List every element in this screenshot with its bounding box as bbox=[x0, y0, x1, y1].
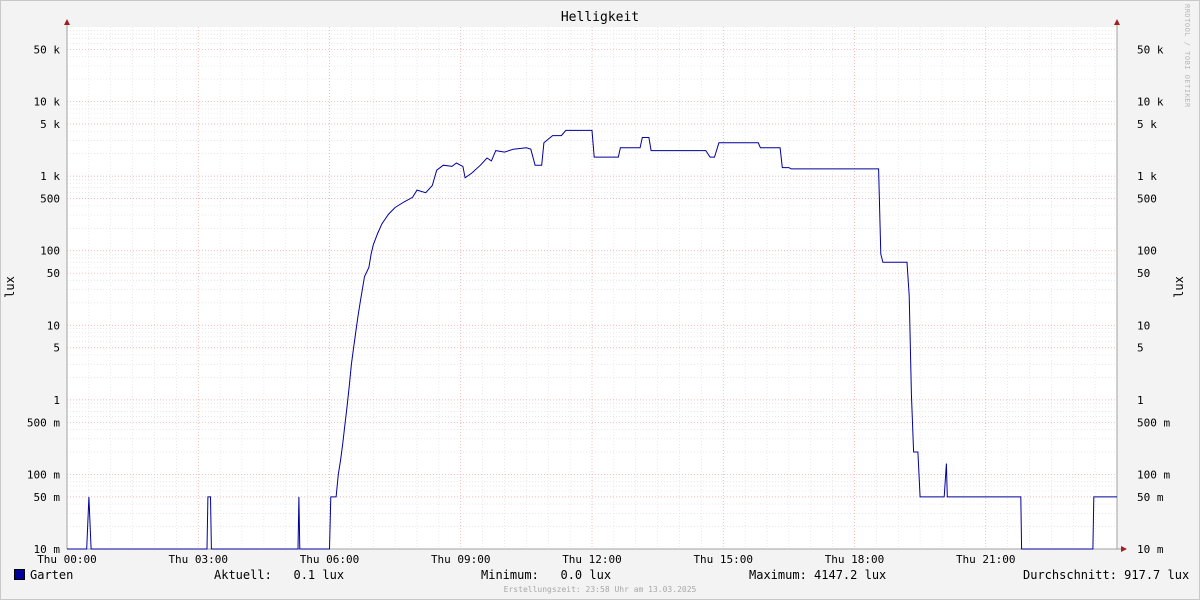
x-tick-label: Thu 03:00 bbox=[168, 553, 228, 566]
y-tick-label-left: 50 m bbox=[34, 491, 61, 504]
y-tick-label-right: 1 bbox=[1137, 394, 1144, 407]
y-tick-label-right: 50 bbox=[1137, 267, 1150, 280]
y-tick-label-right: 5 k bbox=[1137, 118, 1157, 131]
y-tick-label-left: 100 m bbox=[27, 468, 60, 481]
x-tick-label: Thu 21:00 bbox=[956, 553, 1016, 566]
y-tick-label-right: 100 m bbox=[1137, 468, 1170, 481]
y-tick-label-right: 50 m bbox=[1137, 491, 1164, 504]
x-tick-label: Thu 09:00 bbox=[431, 553, 491, 566]
chart-plot: 10 m 10 m50 m 50 m100 m 100 m500 m 500 m1 15 5… bbox=[27, 19, 1170, 566]
x-tick-label: Thu 12:00 bbox=[562, 553, 622, 566]
y-tick-label-left: 10 k bbox=[34, 96, 61, 109]
y-axis-arrow-left bbox=[64, 19, 70, 25]
y-tick-label-left: 10 bbox=[47, 319, 60, 332]
legend-current: Aktuell: 0.1 lux bbox=[214, 568, 345, 582]
y-tick-label-left: 5 k bbox=[40, 118, 60, 131]
x-axis-arrow bbox=[1121, 546, 1127, 552]
y-tick-label-left: 50 k bbox=[34, 43, 61, 56]
legend: Garten Aktuell: 0.1 lux Minimum: 0.0 lux… bbox=[0, 568, 1200, 584]
legend-minimum: Minimum: 0.0 lux bbox=[481, 568, 612, 582]
y-tick-label-left: 100 bbox=[40, 245, 60, 258]
y-tick-label-right: 10 m bbox=[1137, 543, 1164, 556]
y-tick-label-left: 5 bbox=[53, 342, 60, 355]
y-tick-label-left: 500 bbox=[40, 193, 60, 206]
x-tick-label: Thu 06:00 bbox=[300, 553, 360, 566]
y-tick-label-right: 1 k bbox=[1137, 170, 1157, 183]
y-axis-arrow-right bbox=[1114, 19, 1120, 25]
y-tick-label-left: 1 bbox=[53, 394, 60, 407]
y-tick-label-right: 10 k bbox=[1137, 96, 1164, 109]
y-tick-label-left: 50 bbox=[47, 267, 60, 280]
y-tick-label-right: 10 bbox=[1137, 319, 1150, 332]
y-tick-label-right: 50 k bbox=[1137, 43, 1164, 56]
x-tick-label: Thu 18:00 bbox=[825, 553, 885, 566]
creation-time: Erstellungszeit: 23:58 Uhr am 13.03.2025 bbox=[503, 585, 697, 594]
y-tick-label-left: 500 m bbox=[27, 416, 60, 429]
y-tick-label-right: 500 bbox=[1137, 193, 1157, 206]
legend-average: Durchschnitt: 917.7 lux bbox=[1023, 568, 1190, 582]
y-tick-label-right: 5 bbox=[1137, 342, 1144, 355]
legend-maximum: Maximum: 4147.2 lux bbox=[749, 568, 887, 582]
y-tick-label-right: 500 m bbox=[1137, 416, 1170, 429]
x-tick-label: Thu 00:00 bbox=[37, 553, 97, 566]
y-tick-label-right: 100 bbox=[1137, 245, 1157, 258]
x-tick-label: Thu 15:00 bbox=[693, 553, 753, 566]
legend-series-name: Garten bbox=[30, 568, 74, 582]
y-tick-label-left: 1 k bbox=[40, 170, 60, 183]
legend-swatch bbox=[14, 569, 25, 580]
